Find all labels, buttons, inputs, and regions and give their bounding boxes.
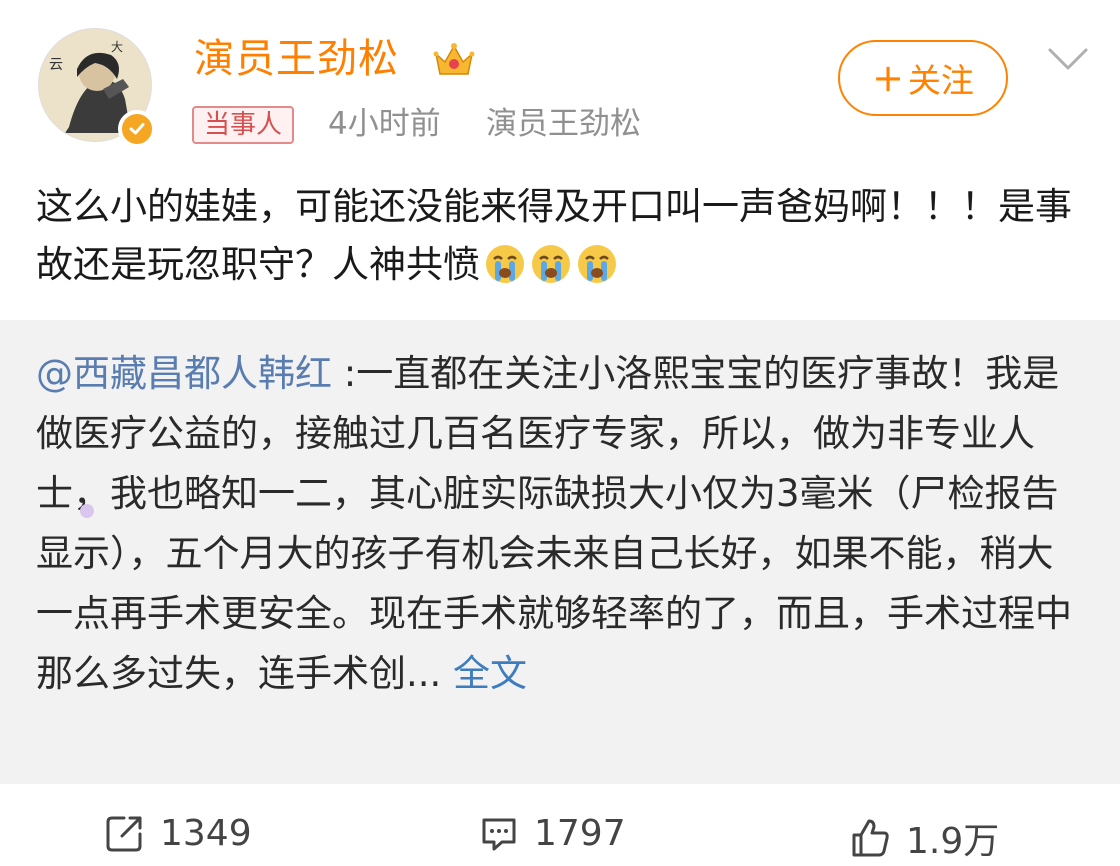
decorative-dot — [80, 504, 94, 518]
svg-text:云: 云 — [49, 57, 63, 73]
comment-button[interactable]: 1797 — [478, 812, 626, 854]
crying-emoji-icon — [532, 245, 570, 283]
like-icon — [852, 819, 889, 857]
post-body: 这么小的娃娃，可能还没能来得及开口叫一声爸妈啊！！！是事故还是玩忽职守？人神共愤 — [36, 178, 1086, 294]
post-source: 演员王劲松 — [486, 106, 641, 142]
verified-badge-icon — [118, 110, 156, 148]
plus-icon: + — [872, 56, 904, 100]
follow-button[interactable]: + 关注 — [838, 40, 1008, 116]
crying-emoji-icon — [578, 245, 616, 283]
action-bar: 1349 1797 1.9万 — [0, 800, 1120, 866]
repost-count: 1349 — [160, 812, 252, 854]
like-button[interactable]: 1.9万 — [850, 812, 999, 864]
comment-icon — [482, 818, 516, 851]
status-badge: 当事人 — [192, 106, 295, 144]
username[interactable]: 演员王劲松 — [194, 34, 399, 84]
mention-link[interactable]: @西藏昌都人韩红 — [36, 352, 332, 395]
follow-label: 关注 — [907, 61, 974, 100]
repost-icon — [106, 816, 142, 852]
repost-button[interactable]: 1349 — [104, 812, 252, 854]
post-time: 4小时前 — [328, 106, 441, 142]
repost-body: @西藏昌都人韩红 :一直都在关注小洛熙宝宝的医疗事故！我是做医疗公益的，接触过几… — [36, 344, 1076, 704]
repost-card[interactable]: @西藏昌都人韩红 :一直都在关注小洛熙宝宝的医疗事故！我是做医疗公益的，接触过几… — [0, 320, 1120, 784]
crown-icon — [433, 43, 475, 75]
crying-emoji-icon — [486, 245, 524, 283]
like-count: 1.9万 — [906, 821, 1000, 862]
chevron-down-icon[interactable] — [1046, 44, 1090, 74]
repost-text: :一直都在关注小洛熙宝宝的医疗事故！我是做医疗公益的，接触过几百名医疗专家，所以… — [36, 352, 1072, 695]
comment-count: 1797 — [534, 812, 626, 854]
svg-text:大: 大 — [111, 40, 123, 54]
full-text-link[interactable]: 全文 — [453, 652, 527, 695]
